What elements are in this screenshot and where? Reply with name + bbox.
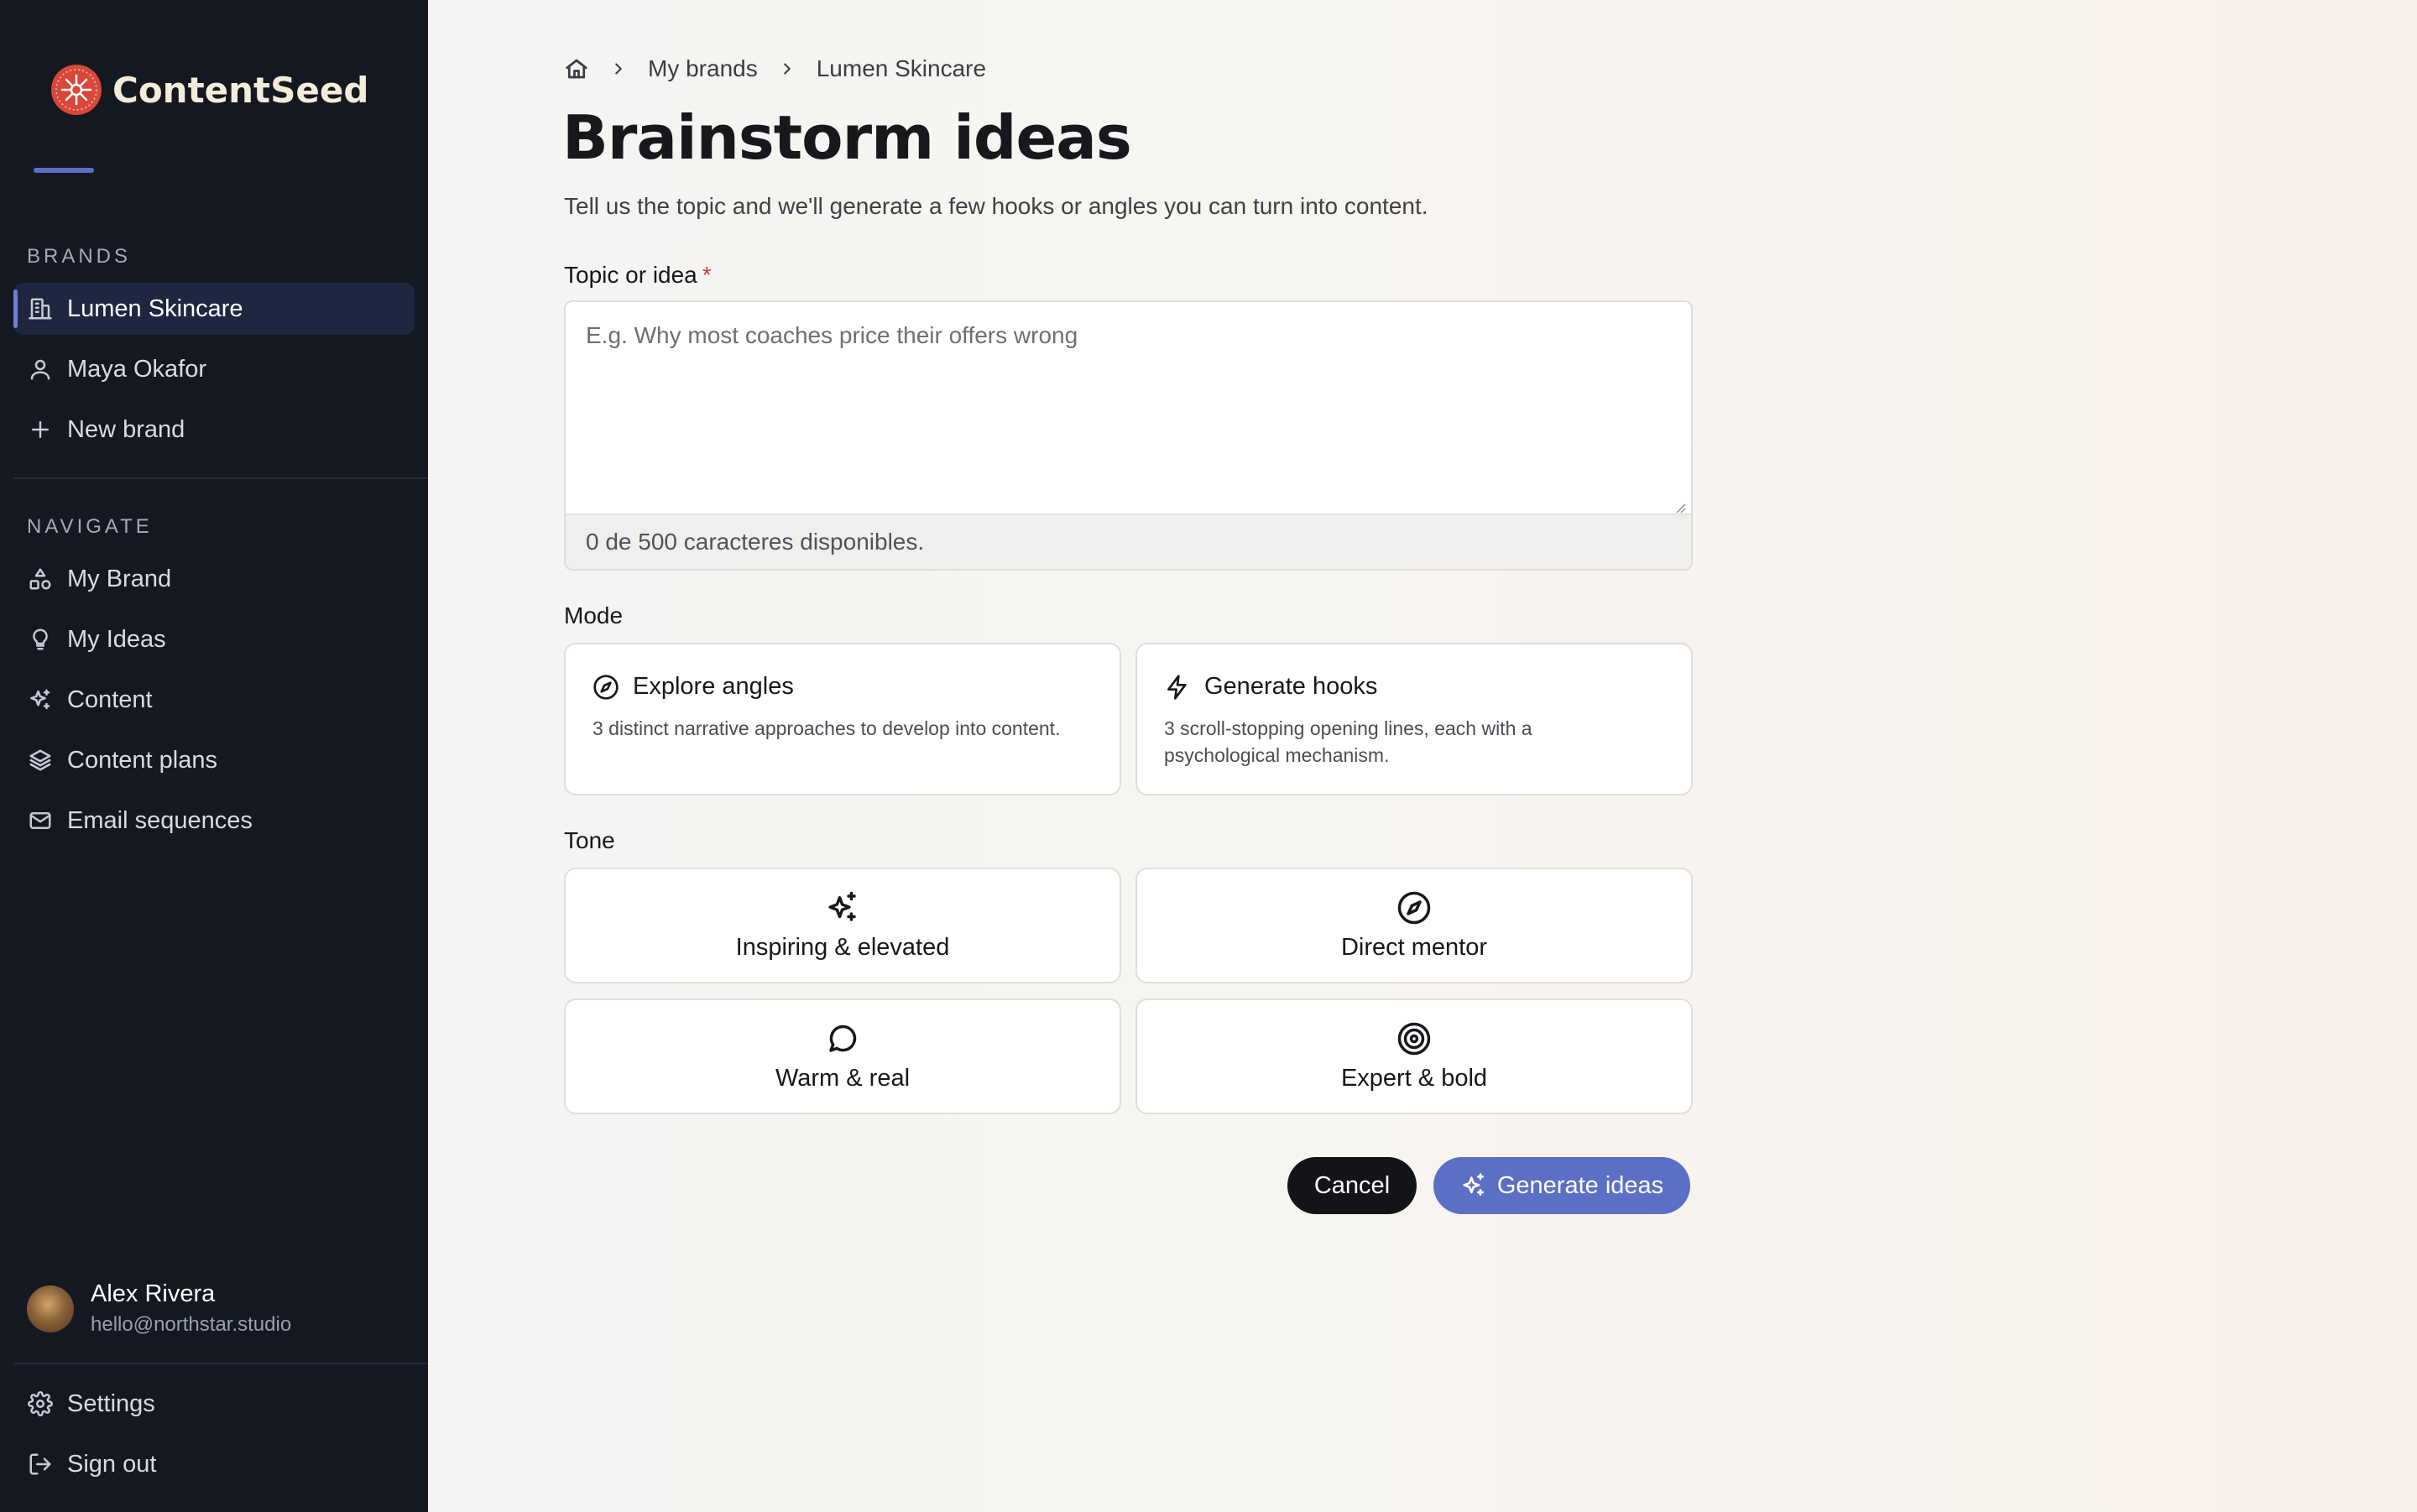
mode-option-description: 3 scroll-stopping opening lines, each wi… <box>1164 717 1532 766</box>
tone-option-label: Warm & real <box>775 1064 911 1092</box>
brands-section-label: BRANDS <box>27 245 132 268</box>
lightbulb-icon <box>27 626 54 653</box>
breadcrumb-my-brands[interactable]: My brands <box>648 55 758 82</box>
compass-icon <box>1397 891 1431 924</box>
chevron-right-icon <box>778 60 796 78</box>
tone-option-label: Inspiring & elevated <box>735 933 950 961</box>
character-count: 0 de 500 caracteres disponibles. <box>566 514 1691 569</box>
tone-option-expert-bold[interactable]: Expert & bold <box>1135 998 1693 1114</box>
sidebar-item-my-brand[interactable]: My Brand <box>13 553 415 605</box>
sidebar-item-label: Settings <box>67 1389 155 1417</box>
sidebar-item-label: My Ideas <box>67 625 166 653</box>
app-name: ContentSeed <box>112 69 369 111</box>
sidebar-item-label: My Brand <box>67 565 172 592</box>
sidebar: ContentSeed BRANDS Lumen Skincare Maya O… <box>0 0 428 1512</box>
sidebar-item-label: New brand <box>67 415 185 443</box>
sidebar-brand-lumen-skincare[interactable]: Lumen Skincare <box>13 283 415 335</box>
page-title: Brainstorm ideas <box>562 102 1132 173</box>
user-name: Alex Rivera <box>91 1280 216 1307</box>
shapes-icon <box>27 566 54 592</box>
accent-bar <box>34 168 94 173</box>
required-mark: * <box>702 262 712 288</box>
lightning-icon <box>1167 674 1187 700</box>
gear-icon <box>27 1390 54 1417</box>
navigate-section-label: NAVIGATE <box>27 515 153 538</box>
mode-option-title: Explore angles <box>633 673 794 700</box>
topic-field: 0 de 500 caracteres disponibles. <box>564 300 1693 571</box>
sign-out-icon <box>27 1451 54 1478</box>
building-icon <box>27 295 54 322</box>
compass-icon <box>593 674 619 700</box>
sparkles-icon <box>1463 1173 1484 1196</box>
sidebar-divider <box>13 477 428 479</box>
user-email: hello@northstar.studio <box>91 1313 292 1336</box>
logo-mark-icon <box>51 65 102 115</box>
cancel-button-label: Cancel <box>1313 1171 1391 1199</box>
chevron-right-icon <box>609 60 628 78</box>
sidebar-item-my-ideas[interactable]: My Ideas <box>13 613 415 665</box>
tone-option-warm-real[interactable]: Warm & real <box>564 998 1121 1114</box>
mode-option-explore-angles[interactable]: Explore angles 3 distinct narrative appr… <box>564 643 1121 795</box>
breadcrumb-current-brand[interactable]: Lumen Skincare <box>817 55 986 82</box>
sidebar-item-settings[interactable]: Settings <box>13 1378 415 1430</box>
target-icon <box>1397 1022 1431 1055</box>
sidebar-footer-divider <box>13 1363 428 1364</box>
sidebar-item-sign-out[interactable]: Sign out <box>13 1438 415 1490</box>
topic-input[interactable] <box>566 302 1691 514</box>
mode-option-generate-hooks[interactable]: Generate hooks 3 scroll-stopping opening… <box>1135 643 1693 795</box>
generate-ideas-button-label: Generate ideas <box>1496 1171 1664 1199</box>
mode-option-description: 3 distinct narrative approaches to devel… <box>593 717 1061 739</box>
page-subtitle: Tell us the topic and we'll generate a f… <box>564 193 1428 219</box>
tone-option-inspiring-elevated[interactable]: Inspiring & elevated <box>564 868 1121 983</box>
sidebar-item-email-sequences[interactable]: Email sequences <box>13 795 415 847</box>
sidebar-item-label: Content <box>67 686 153 713</box>
topic-label: Topic or idea * <box>564 262 712 289</box>
sidebar-item-content-plans[interactable]: Content plans <box>13 734 415 786</box>
home-icon[interactable] <box>564 56 589 81</box>
tone-option-direct-mentor[interactable]: Direct mentor <box>1135 868 1693 983</box>
user-profile[interactable]: Alex Rivera hello@northstar.studio <box>27 1280 291 1337</box>
sidebar-new-brand[interactable]: New brand <box>13 404 415 456</box>
app-logo[interactable]: ContentSeed <box>50 64 368 116</box>
sparkles-icon <box>828 891 856 921</box>
user-icon <box>27 356 54 383</box>
layers-icon <box>27 747 54 774</box>
mail-icon <box>27 807 54 834</box>
avatar <box>27 1285 74 1332</box>
cancel-button[interactable]: Cancel <box>1287 1157 1417 1214</box>
sidebar-brand-maya-okafor[interactable]: Maya Okafor <box>13 343 415 395</box>
sidebar-item-label: Email sequences <box>67 806 253 834</box>
plus-icon <box>27 416 54 443</box>
sidebar-item-label: Sign out <box>67 1450 157 1478</box>
generate-ideas-button[interactable]: Generate ideas <box>1433 1157 1690 1214</box>
tone-label: Tone <box>564 827 615 853</box>
sidebar-item-label: Maya Okafor <box>67 355 206 383</box>
breadcrumb: My brands Lumen Skincare <box>564 55 986 82</box>
sidebar-item-label: Content plans <box>67 746 217 774</box>
chat-bubble-icon <box>829 1025 857 1052</box>
mode-option-title: Generate hooks <box>1204 673 1378 700</box>
sidebar-item-label: Lumen Skincare <box>67 295 243 322</box>
resize-handle-icon[interactable] <box>1673 500 1686 514</box>
tone-option-label: Expert & bold <box>1340 1064 1488 1092</box>
sidebar-item-content[interactable]: Content <box>13 674 415 726</box>
topic-label-text: Topic or idea <box>564 262 697 288</box>
tone-option-label: Direct mentor <box>1340 933 1488 961</box>
mode-label: Mode <box>564 602 624 628</box>
sparkles-icon <box>27 686 54 713</box>
